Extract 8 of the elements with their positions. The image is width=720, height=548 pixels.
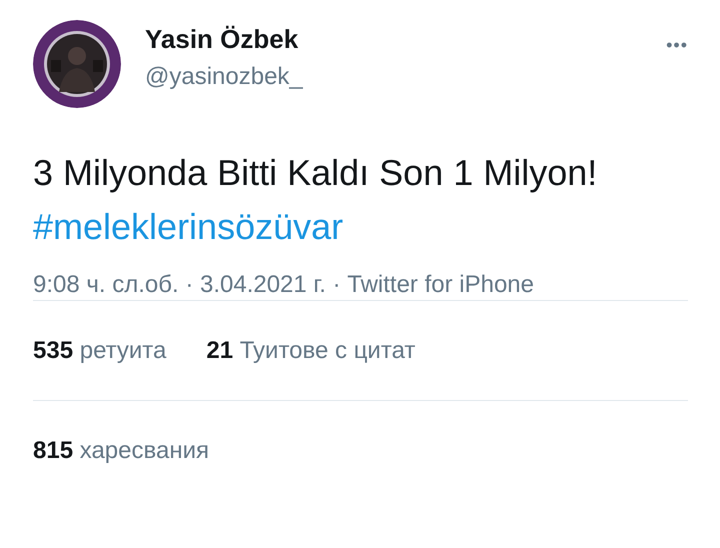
author-name[interactable]: Yasin Özbek	[145, 24, 666, 54]
stat-link[interactable]: 815 харесвания	[33, 432, 209, 468]
tweet-timestamp: 9:08 ч. сл.об. · 3.04.2021 г. · Twitter for iPhone	[33, 270, 535, 300]
stat-link[interactable]: 21 Туитове с цитат	[206, 332, 416, 368]
author-handle[interactable]: @yasinozbek_	[145, 62, 666, 92]
stat-link[interactable]: 535 ретуита	[33, 332, 166, 368]
more-menu-button[interactable]: •••	[666, 36, 688, 54]
tweet-text: 3 Milyonda Bitti Kaldı Son 1 Milyon! #meleklerinsözüvar	[33, 151, 598, 249]
